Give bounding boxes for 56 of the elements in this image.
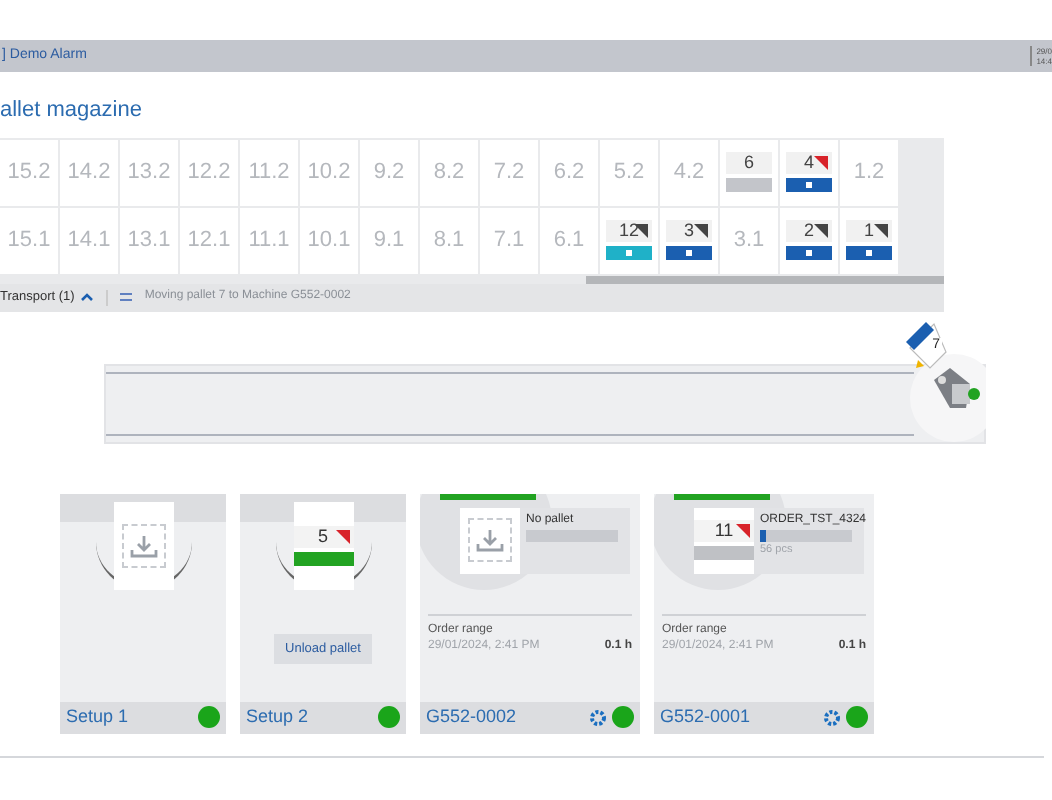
active-indicator bbox=[674, 493, 770, 499]
pallet-number: 11 bbox=[714, 522, 734, 540]
slot-cell[interactable]: 15.1 bbox=[0, 207, 58, 273]
gear-icon[interactable] bbox=[824, 709, 840, 725]
download-icon bbox=[129, 533, 157, 557]
pallet-number: 5 bbox=[317, 527, 328, 545]
station-name: G552-0001 bbox=[660, 703, 751, 730]
slot-cell[interactable]: 11.1 bbox=[240, 207, 298, 273]
download-icon bbox=[476, 528, 504, 552]
pallet-cell[interactable]: 6 bbox=[720, 139, 778, 205]
slot-cell[interactable]: 13.1 bbox=[120, 207, 178, 273]
chevron-up-icon bbox=[80, 292, 95, 302]
slot-cell[interactable]: 10.2 bbox=[300, 139, 358, 205]
pallet-cell[interactable]: 1 bbox=[840, 207, 898, 273]
scroll-bar[interactable] bbox=[586, 275, 944, 283]
slot-cell[interactable]: 4.2 bbox=[660, 139, 718, 205]
flag-icon bbox=[736, 524, 750, 538]
slot-cell[interactable]: 7.1 bbox=[480, 207, 538, 273]
slot-cell[interactable]: 8.1 bbox=[420, 207, 478, 273]
pallet-status-bar bbox=[293, 551, 353, 565]
page-title: allet magazine bbox=[0, 96, 144, 126]
slot-cell[interactable]: 11.2 bbox=[240, 139, 298, 205]
station-name: Setup 2 bbox=[246, 703, 309, 730]
pallet-number: 1 bbox=[863, 222, 874, 240]
pallet-cell[interactable]: 4 bbox=[780, 139, 838, 205]
slot-cell[interactable]: 15.2 bbox=[0, 139, 58, 205]
transfer-icon bbox=[120, 292, 133, 302]
pallet-number: 4 bbox=[803, 154, 814, 172]
pallet-status-bar bbox=[694, 546, 754, 560]
progress-bar bbox=[760, 529, 852, 541]
flag-icon bbox=[335, 529, 349, 543]
slot-cell[interactable]: 8.2 bbox=[420, 139, 478, 205]
active-indicator bbox=[440, 493, 536, 499]
station-name: Setup 1 bbox=[66, 703, 129, 730]
slot-cell[interactable]: 6.1 bbox=[540, 207, 598, 273]
pallet-number: 3 bbox=[683, 222, 694, 240]
slot-cell[interactable]: 14.2 bbox=[60, 139, 118, 205]
slot-cell[interactable]: 5.2 bbox=[600, 139, 658, 205]
station-name: G552-0002 bbox=[426, 703, 517, 730]
slot-cell[interactable]: 9.1 bbox=[360, 207, 418, 273]
pallet-number: 6 bbox=[743, 154, 754, 172]
gear-icon[interactable] bbox=[590, 709, 606, 725]
setup-card[interactable]: Setup 1 bbox=[60, 493, 226, 733]
slot-cell[interactable]: 12.1 bbox=[180, 207, 238, 273]
slot-cell[interactable]: 9.2 bbox=[360, 139, 418, 205]
pallet-cell[interactable]: 2 bbox=[780, 207, 838, 273]
slot-cell[interactable]: 10.1 bbox=[300, 207, 358, 273]
pallet-cell[interactable]: 3 bbox=[660, 207, 718, 273]
slot-cell[interactable]: 7.2 bbox=[480, 139, 538, 205]
slot-cell[interactable]: 6.2 bbox=[540, 139, 598, 205]
slot-cell[interactable]: 3.1 bbox=[720, 207, 778, 273]
slot-cell[interactable]: 14.1 bbox=[60, 207, 118, 273]
slot-cell[interactable]: 13.2 bbox=[120, 139, 178, 205]
pallet-number: 2 bbox=[803, 222, 814, 240]
slot-cell[interactable]: 1.2 bbox=[840, 139, 898, 205]
slot-cell[interactable]: 12.2 bbox=[180, 139, 238, 205]
